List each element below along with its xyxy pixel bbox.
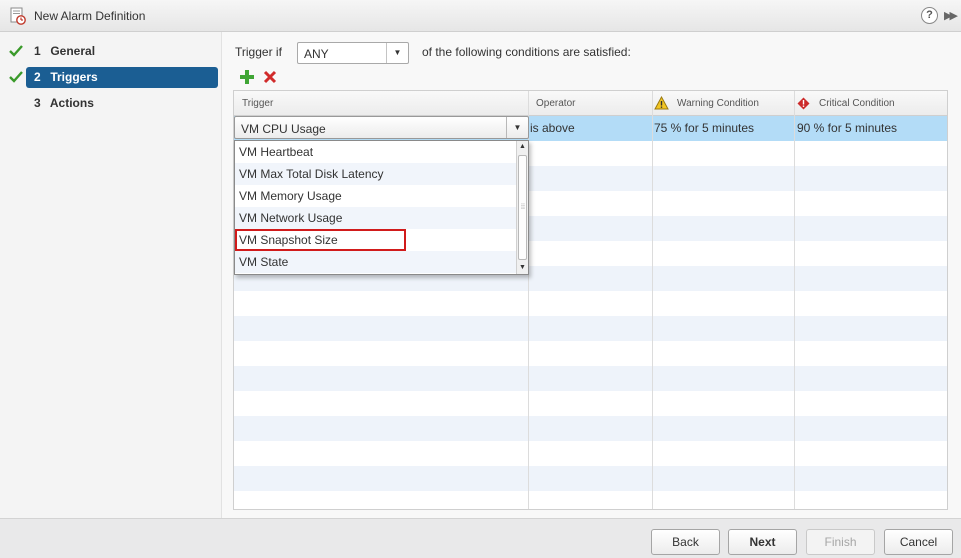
back-button[interactable]: Back: [651, 529, 720, 555]
dropdown-option[interactable]: VM Memory Usage: [235, 185, 517, 207]
step-actions[interactable]: 3 Actions: [26, 93, 218, 114]
critical-alert-icon: [797, 97, 810, 110]
match-mode-value: ANY: [304, 47, 329, 61]
dropdown-option[interactable]: VM Heartbeat: [235, 141, 517, 163]
trigger-combo-value: VM CPU Usage: [241, 122, 326, 136]
column-divider: [652, 91, 653, 509]
table-row: [234, 491, 947, 509]
plus-icon[interactable]: [239, 69, 255, 85]
grip-icon: ⁞⁞: [521, 204, 525, 211]
scrollbar-thumb[interactable]: ⁞⁞: [518, 155, 527, 260]
table-row: [234, 291, 947, 316]
dropdown-option[interactable]: VM State: [235, 251, 517, 273]
warning-cell: 75 % for 5 minutes: [654, 121, 755, 135]
operator-cell: is above: [530, 121, 575, 135]
table-row: [234, 316, 947, 341]
alarm-definition-icon: [10, 7, 26, 25]
match-mode-select[interactable]: ANY ▼: [297, 42, 409, 64]
column-header-trigger[interactable]: Trigger: [242, 91, 273, 116]
critical-cell: 90 % for 5 minutes: [797, 121, 898, 135]
table-row: [234, 416, 947, 441]
step-complete-check-icon: [9, 45, 23, 57]
step-label: General: [50, 44, 96, 58]
chevron-down-icon[interactable]: ▼: [506, 117, 528, 138]
step-general[interactable]: 1 General: [26, 41, 218, 62]
dropdown-option-highlighted[interactable]: VM Snapshot Size: [235, 229, 406, 251]
help-icon[interactable]: ?: [921, 7, 938, 24]
trigger-if-label: Trigger if: [235, 45, 282, 59]
column-header-operator[interactable]: Operator: [536, 91, 575, 116]
table-row: [234, 341, 947, 366]
trigger-dropdown-list: VM Heartbeat VM Max Total Disk Latency V…: [234, 140, 529, 275]
table-row: [234, 391, 947, 416]
chevron-down-icon[interactable]: ▼: [386, 43, 408, 63]
conditions-text: of the following conditions are satisfie…: [422, 45, 631, 59]
step-label: Triggers: [50, 70, 98, 84]
step-number: 3: [34, 96, 41, 110]
column-header-warning[interactable]: Warning Condition: [677, 91, 759, 116]
dropdown-option[interactable]: VM Max Total Disk Latency: [235, 163, 517, 185]
step-triggers[interactable]: 2 Triggers: [26, 67, 218, 88]
step-number: 1: [34, 44, 41, 58]
next-button[interactable]: Next: [728, 529, 797, 555]
dialog-title: New Alarm Definition: [34, 9, 146, 23]
expand-panel-icon[interactable]: ▶▶: [944, 9, 958, 22]
table-row: [234, 366, 947, 391]
finish-button: Finish: [806, 529, 875, 555]
column-divider: [794, 91, 795, 509]
dropdown-scrollbar[interactable]: ▲ ⁞⁞ ▼: [516, 141, 528, 274]
scroll-up-arrow-icon[interactable]: ▲: [517, 141, 528, 153]
scroll-down-arrow-icon[interactable]: ▼: [517, 262, 528, 274]
step-complete-check-icon: [9, 71, 23, 83]
trigger-combo-box[interactable]: VM CPU Usage ▼: [234, 116, 529, 139]
table-header: Trigger Operator Warning Condition Criti…: [234, 91, 947, 116]
step-label: Actions: [49, 96, 94, 110]
cancel-button[interactable]: Cancel: [884, 529, 953, 555]
step-number: 2: [34, 70, 41, 84]
dropdown-option[interactable]: VM Network Usage: [235, 207, 517, 229]
delete-icon[interactable]: [263, 70, 277, 84]
title-bar: New Alarm Definition ? ▶▶: [0, 0, 961, 32]
warning-icon: [654, 96, 669, 110]
table-row: [234, 441, 947, 466]
table-row: [234, 466, 947, 491]
column-header-critical[interactable]: Critical Condition: [819, 91, 895, 116]
